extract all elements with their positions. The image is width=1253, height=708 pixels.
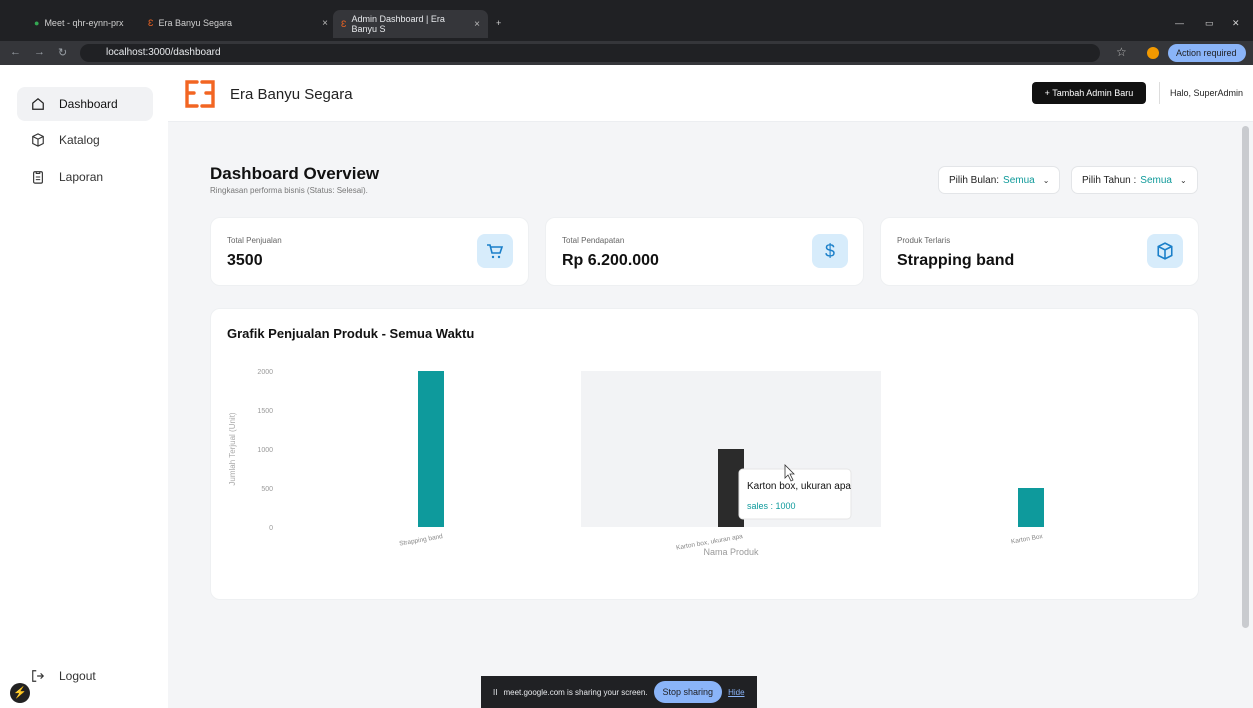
browser-tab-bar: ● Meet - qhr-eynn-prx Ɛ Era Banyu Segara… <box>0 0 1253 41</box>
stat-card-total-revenue: Total Pendapatan Rp 6.200.000 $ <box>545 217 864 286</box>
month-select-label: Pilih Bulan: <box>949 174 1000 186</box>
month-select[interactable]: Pilih Bulan: Semua ⌄ <box>938 166 1061 194</box>
sidebar-item-label: Katalog <box>59 133 100 147</box>
url-text: localhost:3000/dashboard <box>106 47 221 58</box>
year-select-value: Semua <box>1140 174 1172 186</box>
x-axis-label: Nama Produk <box>703 547 759 557</box>
sales-bar-chart: 0 500 1000 1500 2000 Jumlah Terjual (Unit) Str… <box>228 369 1044 557</box>
sidebar-item-label: Dashboard <box>59 97 118 111</box>
bar-karton-box[interactable] <box>1018 488 1044 527</box>
hide-banner-link[interactable]: Hide <box>728 688 744 697</box>
action-required-button[interactable]: Action required <box>1168 44 1246 62</box>
stat-card-total-sales: Total Penjualan 3500 <box>210 217 529 286</box>
restore-icon[interactable]: ▭ <box>1205 12 1214 34</box>
screen-share-banner: II meet.google.com is sharing your scree… <box>481 676 757 708</box>
browser-toolbar: ← → ↻ localhost:3000/dashboard ☆ Action … <box>0 41 1253 65</box>
stat-card-label: Produk Terlaris <box>897 236 951 245</box>
tab-admin-dashboard[interactable]: Ɛ Admin Dashboard | Era Banyu S × <box>333 10 488 38</box>
brand-favicon-icon: Ɛ <box>341 19 347 29</box>
sidebar-item-label: Laporan <box>59 170 104 184</box>
tab-era-banyu[interactable]: Ɛ Era Banyu Segara × <box>148 12 328 34</box>
sidebar-item-dashboard[interactable]: Dashboard <box>17 87 153 121</box>
brand-logo-icon <box>185 80 215 108</box>
window-close-icon[interactable]: ✕ <box>1232 12 1240 34</box>
logout-button[interactable]: Logout <box>17 659 153 693</box>
y-tick-label: 1000 <box>257 447 273 454</box>
stat-card-top-product: Produk Terlaris Strapping band <box>880 217 1199 286</box>
year-select-label: Pilih Tahun : <box>1082 174 1137 186</box>
tab-label: Era Banyu Segara <box>158 18 232 28</box>
stop-sharing-button[interactable]: Stop sharing <box>653 681 723 703</box>
sidebar: Dashboard Katalog Laporan Logout <box>0 65 168 708</box>
forward-icon[interactable]: → <box>34 46 45 58</box>
cart-icon <box>477 234 513 268</box>
action-required-label: Action required <box>1176 48 1237 58</box>
home-icon <box>32 97 44 110</box>
stat-card-label: Total Pendapatan <box>562 236 625 245</box>
logout-icon <box>32 670 45 682</box>
brand-favicon-icon: Ɛ <box>148 18 154 28</box>
tooltip-box <box>738 468 852 520</box>
tab-label: Meet - qhr-eynn-prx <box>44 18 124 28</box>
back-icon[interactable]: ← <box>10 46 21 58</box>
y-tick-label: 2000 <box>257 369 273 376</box>
stat-card-value: Strapping band <box>897 252 1015 269</box>
sales-chart-card: Grafik Penjualan Produk - Semua Waktu 05… <box>210 308 1199 600</box>
clipboard-icon <box>33 171 43 184</box>
bar-strapping-band[interactable] <box>418 371 444 527</box>
pause-icon: II <box>493 687 498 697</box>
reload-icon[interactable]: ↻ <box>58 46 67 59</box>
close-icon[interactable]: × <box>322 18 328 29</box>
meet-icon: ● <box>34 18 40 28</box>
sidebar-item-laporan[interactable]: Laporan <box>17 160 153 194</box>
chevron-down-icon: ⌄ <box>1042 175 1050 185</box>
brand-name: Era Banyu Segara <box>230 85 353 103</box>
logout-label: Logout <box>59 669 96 683</box>
bolt-icon[interactable]: ⚡ <box>10 683 30 703</box>
box-icon <box>32 133 44 147</box>
minimize-icon[interactable]: — <box>1175 12 1184 34</box>
brand[interactable]: Era Banyu Segara <box>182 78 353 110</box>
address-bar[interactable]: localhost:3000/dashboard <box>80 44 1100 62</box>
add-admin-label: Tambah Admin Baru <box>1052 88 1134 98</box>
close-icon[interactable]: × <box>474 19 480 30</box>
page-subtitle: Ringkasan performa bisnis (Status: Seles… <box>210 186 368 195</box>
y-axis-label: Jumlah Terjual (Unit) <box>228 412 237 486</box>
sidebar-item-katalog[interactable]: Katalog <box>17 123 153 157</box>
month-select-value: Semua <box>1003 174 1035 186</box>
stat-card-label: Total Penjualan <box>227 236 282 245</box>
year-select[interactable]: Pilih Tahun : Semua ⌄ <box>1071 166 1198 194</box>
chevron-down-icon: ⌄ <box>1179 175 1187 185</box>
y-tick-label: 0 <box>269 525 273 532</box>
dollar-icon: $ <box>812 234 848 268</box>
add-admin-button[interactable]: + Tambah Admin Baru <box>1032 82 1146 104</box>
y-tick-label: 1500 <box>257 408 273 415</box>
page-scrollbar[interactable] <box>1242 126 1249 628</box>
tooltip-value: sales : 1000 <box>747 501 796 511</box>
page-title: Dashboard Overview <box>210 164 380 183</box>
profile-avatar[interactable] <box>1147 47 1159 59</box>
top-header: Era Banyu Segara + Tambah Admin Baru Hal… <box>168 65 1253 122</box>
x-tick-label: Karton Box <box>1010 533 1044 546</box>
tab-label: Admin Dashboard | Era Banyu S <box>351 14 445 34</box>
share-banner-text: meet.google.com is sharing your screen. <box>503 687 648 697</box>
tooltip-title: Karton box, ukuran apa <box>747 481 851 492</box>
x-tick-label: Strapping band <box>399 533 444 548</box>
stat-card-value: 3500 <box>227 252 263 269</box>
tab-meet[interactable]: ● Meet - qhr-eynn-prx <box>34 12 144 34</box>
new-tab-button[interactable]: + <box>496 12 501 34</box>
bookmark-star-icon[interactable]: ☆ <box>1116 45 1127 59</box>
box-icon <box>1147 234 1183 268</box>
user-greeting[interactable]: Halo, SuperAdmin <box>1159 82 1243 104</box>
stat-card-value: Rp 6.200.000 <box>562 252 659 269</box>
y-tick-label: 500 <box>261 486 273 493</box>
